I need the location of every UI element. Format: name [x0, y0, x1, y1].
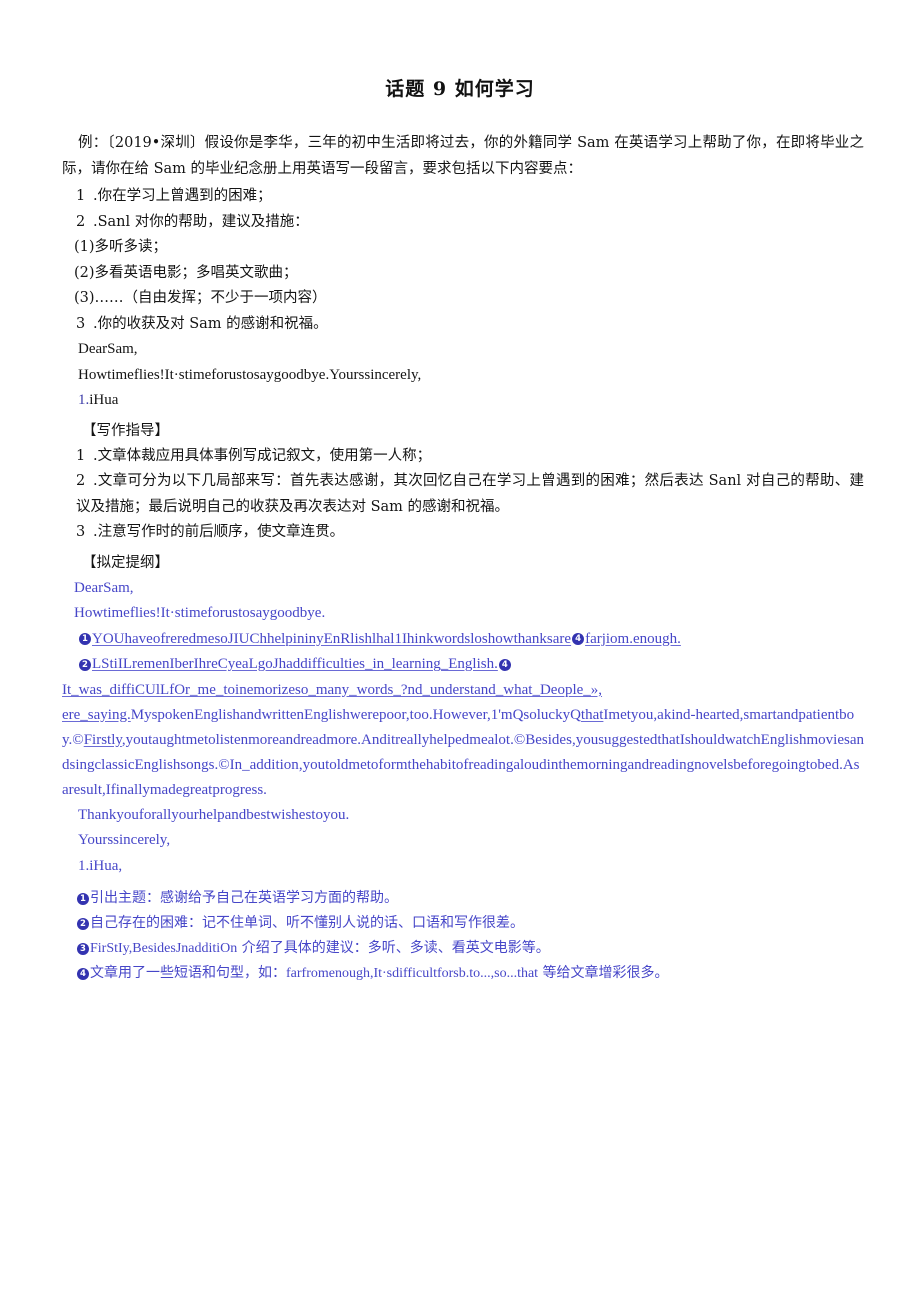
note-marker-3-icon: 3: [77, 942, 89, 955]
marker-besides-icon: ©: [513, 731, 526, 748]
guidance-text-2: .文章可分为以下几局部来写：首先表达感谢，其次回忆自己在学习上曾遇到的困难；然后…: [76, 473, 864, 515]
requirement-number-3: 3: [76, 315, 86, 332]
marker-firstly-icon: ©: [72, 731, 84, 748]
outline-point-2: 2 LStiILremenIberIhreCyeaLgoJhaddifficult…: [62, 652, 864, 678]
note-marker-2-icon: 2: [77, 917, 89, 930]
guidance-number-1: 1: [76, 447, 86, 464]
outline-signature: 1.iHua,: [62, 854, 864, 880]
note-2: 2 自己存在的困难：记不住单词、听不懂别人说的话、口语和写作很差。: [62, 911, 864, 936]
outline-besides: Besides: [525, 731, 572, 748]
sample-letter-signature: 1.iHua: [62, 388, 864, 414]
note-3: 3 FirStIy,BesidesJnadditiOn 介绍了具体的建议：多听、多…: [62, 936, 864, 961]
guidance-item-1: 1 .文章体裁应用具体事例写成记叙文，使用第一人称；: [62, 444, 864, 470]
outline-para-d: that: [580, 706, 604, 723]
page-title: 话题 9 如何学习: [385, 78, 535, 100]
guidance-text-1: .文章体裁应用具体事例写成记叙文，使用第一人称；: [93, 447, 432, 464]
guidance-heading: 【写作指导】: [82, 422, 169, 439]
outline-paragraph: It_was_diffiCUlLfOr_me_toinemorizeso_man…: [62, 678, 864, 803]
signature-name: iHua: [89, 392, 119, 408]
marker-2-icon: 2: [79, 658, 91, 671]
requirement-item-2: 2 .Sanl 对你的帮助，建议及措施：: [62, 210, 864, 236]
sub-requirement-1: (1)多听多读；: [74, 239, 168, 255]
outline-para-a: It_was_diffiCUlLfOr_me_toinemorizeso_man…: [62, 681, 603, 698]
note-4-text: 等给文章增彩很多。: [538, 965, 669, 981]
sample-letter-greeting: DearSam,: [78, 341, 138, 357]
outline-point-1-text-b: farjiom.enough.: [585, 630, 681, 647]
marker-1-icon: 1: [79, 633, 91, 645]
note-3-english: FirStIy,BesidesJnadditiOn: [90, 941, 238, 956]
guidance-number-3: 3: [76, 524, 86, 540]
outline-para-c: MyspokenEnglishandwrittenEnglishwerepoor…: [130, 706, 581, 723]
note-4: 4 文章用了一些短语和句型，如：farfromenough,It·sdifficu…: [62, 961, 864, 986]
document-page: 话题 9 如何学习 例：〔2019•深圳〕假设你是李华，三年的初中生活即将过去，…: [0, 0, 920, 1301]
outline-point-1: 1 YOUhaveofreredmesoJIUChhelpininyEnRlish…: [62, 627, 864, 653]
outline-point-2-text: LStiILremenIberIhreCyeaLgoJhaddifficulti…: [92, 656, 498, 672]
requirement-number-1: 1: [76, 188, 86, 204]
outline-para-f: ,youtaughtmetolistenmoreandreadmore.Andi…: [121, 731, 514, 748]
outline-inaddition: In_addition: [229, 756, 299, 773]
note-4-prefix: 文章用了一些短语和句型，如：: [90, 965, 286, 981]
outline-firstly: Firstly: [83, 731, 122, 748]
sub-requirement-2: (2)多看英语电影；多唱英文歌曲；: [74, 264, 298, 281]
requirement-text-2: .Sanl 对你的帮助，建议及措施：: [93, 213, 309, 230]
prompt-paragraph: 例：〔2019•深圳〕假设你是李华，三年的初中生活即将过去，你的外籍同学 Sam…: [62, 135, 864, 177]
note-3-text: 介绍了具体的建议：多听、多读、看英文电影等。: [237, 940, 550, 956]
marker-4-icon-inline: 4: [572, 633, 585, 645]
note-2-text: 自己存在的困难：记不住单词、听不懂别人说的话、口语和写作很差。: [90, 915, 524, 931]
outline-para-b: ere_saying.: [62, 706, 131, 723]
note-marker-4-icon: 4: [77, 967, 89, 980]
outline-opening: Howtimeflies!It·stimeforustosaygoodbye.: [74, 605, 326, 621]
requirement-text-3: .你的收获及对 Sam 的感谢和祝福。: [93, 315, 328, 332]
outline-signature-prefix: 1.: [78, 857, 90, 874]
note-4-english: farfromenough,It·sdifficultforsb.to...,s…: [286, 966, 539, 981]
sub-requirement-3: (3)……（自由发挥；不少于一项内容）: [74, 290, 327, 306]
outline-closing: Yourssincerely,: [78, 832, 171, 848]
guidance-text-3: .注意写作时的前后顺序，使文章连贯。: [93, 524, 345, 540]
outline-signature-name: iHua,: [89, 857, 123, 874]
requirement-item-3: 3 .你的收获及对 Sam 的感谢和祝福。: [62, 312, 864, 338]
outline-heading: 【拟定提纲】: [82, 554, 169, 571]
signature-prefix: 1.: [78, 392, 90, 408]
guidance-number-2: 2: [76, 473, 86, 489]
outline-point-1-text-a: YOUhaveofreredmesoJIUChhelpininyEnRlishl…: [92, 630, 572, 647]
outline-block: DearSam, Howtimeflies!It·stimeforustosay…: [62, 576, 864, 880]
marker-inaddition-icon: ©: [218, 756, 230, 773]
notes-block: 1 引出主题：感谢给予自己在英语学习方面的帮助。 2 自己存在的困难：记不住单词、听…: [62, 886, 864, 986]
document-body: 例：〔2019•深圳〕假设你是李华，三年的初中生活即将过去，你的外籍同学 Sam…: [62, 131, 864, 986]
note-marker-1-icon: 1: [77, 892, 89, 905]
outline-greeting: DearSam,: [74, 579, 134, 596]
sample-letter-body: Howtimeflies!It·stimeforustosaygoodbye.Y…: [78, 366, 422, 383]
note-1-text: 引出主题：感谢给予自己在英语学习方面的帮助。: [90, 890, 398, 906]
requirement-text-1: .你在学习上曾遇到的困难；: [93, 188, 272, 204]
requirement-item-1: 1 .你在学习上曾遇到的困难；: [62, 184, 864, 210]
marker-4-icon-inline-2: 4: [498, 658, 511, 671]
requirement-number-2: 2: [76, 213, 86, 230]
guidance-item-3: 3 .注意写作时的前后顺序，使文章连贯。: [62, 520, 864, 546]
guidance-item-2: 2 .文章可分为以下几局部来写：首先表达感谢，其次回忆自己在学习上曾遇到的困难；然…: [62, 469, 864, 520]
note-1: 1 引出主题：感谢给予自己在英语学习方面的帮助。: [62, 886, 864, 911]
outline-thanks: Thankyouforallyourhelpandbestwishestoyou…: [78, 806, 350, 823]
